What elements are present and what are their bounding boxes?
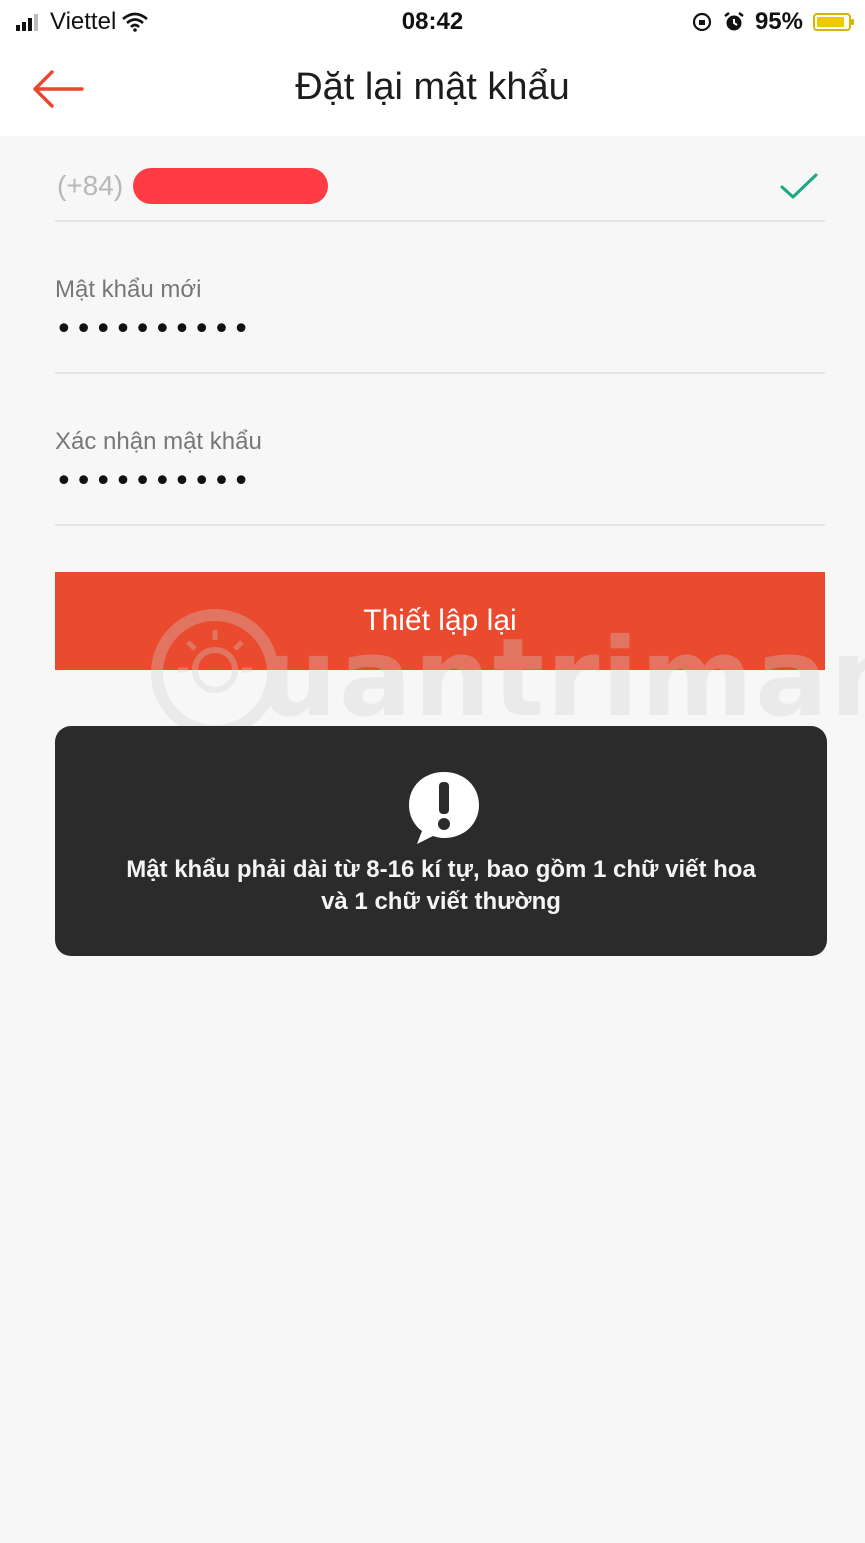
confirm-password-divider [55,524,825,526]
phone-number-redaction [133,168,328,204]
confirm-password-input[interactable]: •••••••••• [55,464,455,499]
battery-percent: 95% [754,8,803,35]
new-password-field: Mật khẩu mới •••••••••• [55,276,825,374]
new-password-label: Mật khẩu mới [55,276,202,303]
reset-submit-button[interactable]: Thiết lập lại [55,572,825,670]
toast-line-1: Mật khẩu phải dài từ 8-16 kí tự, bao gồm… [126,856,756,883]
status-right: 95% [691,8,854,36]
phone-field: (+84) [55,160,825,222]
error-toast: Mật khẩu phải dài từ 8-16 kí tự, bao gồm… [55,726,827,956]
battery-icon [813,13,854,31]
nav-bar: Đặt lại mật khẩu [0,44,865,136]
toast-message: Mật khẩu phải dài từ 8-16 kí tự, bao gồm… [75,854,807,918]
phone-prefix: (+84) [57,170,124,201]
orientation-lock-icon [692,12,712,32]
phone-divider [55,220,825,222]
exclamation-bubble-icon [409,772,479,844]
alarm-icon [724,12,744,31]
new-password-input[interactable]: •••••••••• [55,312,455,347]
check-icon [780,173,818,199]
status-bar: Viettel 08:42 95% [0,0,865,44]
confirm-password-field: Xác nhận mật khẩu •••••••••• [55,428,825,526]
confirm-password-label: Xác nhận mật khẩu [55,428,262,455]
new-password-divider [55,372,825,374]
page-title: Đặt lại mật khẩu [295,66,570,108]
toast-line-2: và 1 chữ viết thường [321,888,561,915]
